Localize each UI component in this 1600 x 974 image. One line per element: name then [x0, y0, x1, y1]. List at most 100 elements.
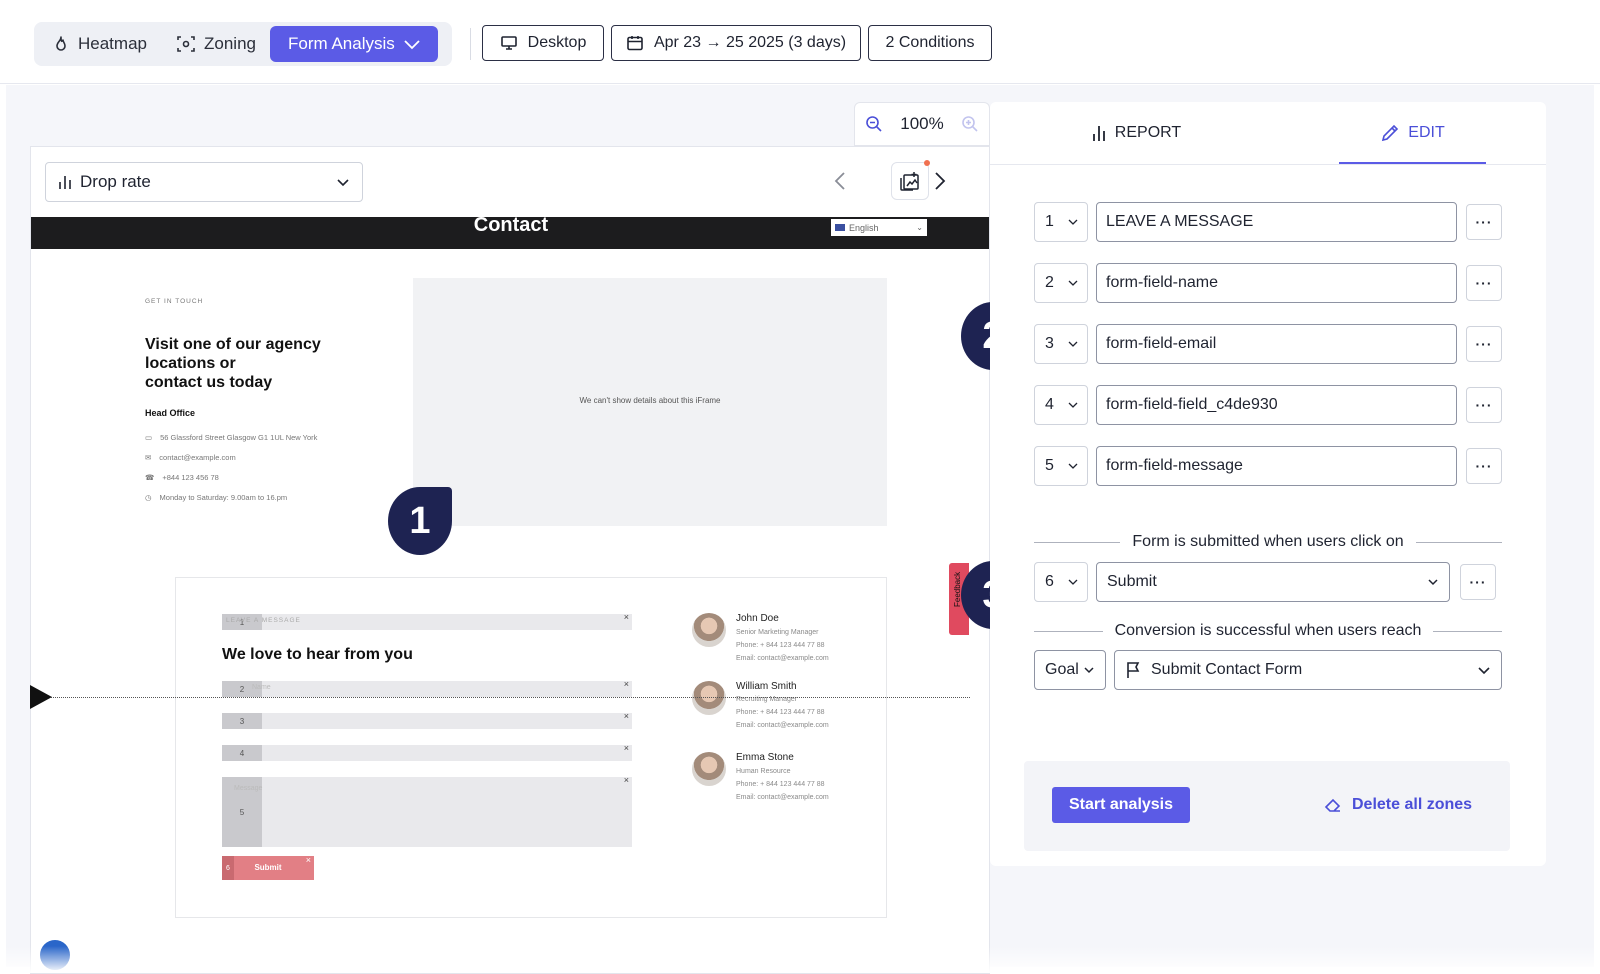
- zone-number-select[interactable]: 3: [1034, 324, 1088, 364]
- form-zone-6-submit[interactable]: 6 Submit ×: [222, 855, 314, 880]
- close-icon[interactable]: ×: [624, 711, 629, 721]
- screenshot-button[interactable]: [891, 160, 930, 200]
- fold-line: [30, 697, 970, 698]
- conditions-button[interactable]: 2 Conditions: [868, 25, 992, 61]
- bottom-fade: [0, 946, 1600, 973]
- zoom-in-icon[interactable]: [961, 115, 979, 133]
- close-icon[interactable]: ×: [624, 743, 629, 753]
- form-kicker: LEAVE A MESSAGE: [226, 617, 301, 624]
- flag-icon: [1125, 661, 1141, 679]
- zone-number-select[interactable]: 1: [1034, 202, 1088, 242]
- close-icon[interactable]: ×: [624, 679, 629, 689]
- zone-number-select[interactable]: 2: [1034, 263, 1088, 303]
- avatar: [692, 613, 726, 647]
- office-address: ▭ 56 Glassford Street Glasgow G1 1UL New …: [145, 433, 318, 442]
- more-options-button[interactable]: ···: [1460, 564, 1496, 600]
- more-options-button[interactable]: ···: [1466, 265, 1502, 301]
- more-options-button[interactable]: ···: [1466, 387, 1502, 423]
- start-analysis-button[interactable]: Start analysis: [1052, 787, 1190, 823]
- contact-name: Emma Stone: [736, 752, 794, 763]
- site-headline: Visit one of our agency locations or con…: [145, 336, 321, 391]
- zone-number-select[interactable]: 5: [1034, 446, 1088, 486]
- submit-section-header: Form is submitted when users click on: [1034, 532, 1503, 552]
- language-select[interactable]: English ⌄: [831, 219, 927, 236]
- more-options-button[interactable]: ···: [1466, 204, 1502, 240]
- previous-icon[interactable]: [829, 169, 853, 193]
- contact-form-card: 1 LEAVE A MESSAGE × We love to hear from…: [175, 577, 887, 918]
- date-range-button[interactable]: Apr 23 → 25 2025 (3 days): [611, 25, 861, 61]
- tab-edit[interactable]: EDIT: [1339, 102, 1486, 164]
- date-range-label: Apr 23 → 25 2025 (3 days): [653, 34, 847, 51]
- zone-number: 3: [222, 713, 262, 729]
- iframe-placeholder: We can't show details about this iFrame: [413, 278, 887, 526]
- zoom-out-icon[interactable]: [865, 115, 883, 133]
- delete-all-zones-label: Delete all zones: [1352, 796, 1473, 813]
- divider: [1034, 630, 1103, 632]
- zone-number-select[interactable]: 6: [1034, 562, 1088, 602]
- zone-selector-input[interactable]: form-field-message: [1096, 446, 1457, 486]
- zone-selector-input[interactable]: LEAVE A MESSAGE: [1096, 202, 1457, 242]
- fold-line-handle[interactable]: [30, 685, 52, 709]
- contact-name: John Doe: [736, 613, 779, 624]
- mode-zoning[interactable]: Zoning: [166, 26, 268, 62]
- close-icon[interactable]: ×: [624, 612, 629, 622]
- submit-zone-row: 6 Submit ···: [1034, 562, 1502, 602]
- zone-row-2: 2 form-field-name ···: [1034, 263, 1502, 303]
- chevron-down-icon: [1068, 340, 1078, 348]
- chevron-down-icon: [1068, 279, 1078, 287]
- chevron-down-icon: [1068, 401, 1078, 409]
- form-zone-5[interactable]: 5 Message ×: [222, 775, 632, 847]
- metric-label: Drop rate: [80, 172, 151, 191]
- goal-value: Submit Contact Form: [1151, 661, 1303, 678]
- toolbar-divider: [470, 28, 471, 60]
- next-icon[interactable]: [927, 169, 951, 193]
- goal-select[interactable]: Submit Contact Form: [1114, 650, 1502, 690]
- divider: [1433, 630, 1502, 632]
- form-zone-2[interactable]: 2 Name ×: [222, 679, 632, 697]
- zone-row-4: 4 form-field-field_c4de930 ···: [1034, 385, 1502, 425]
- delete-all-zones-button[interactable]: Delete all zones: [1324, 787, 1472, 823]
- zone-row-3: 3 form-field-email ···: [1034, 324, 1502, 364]
- zone-selector-input[interactable]: form-field-field_c4de930: [1096, 385, 1457, 425]
- zone-selector-input[interactable]: form-field-name: [1096, 263, 1457, 303]
- tabs-divider: [990, 164, 1546, 165]
- divider: [1034, 541, 1121, 543]
- close-icon[interactable]: ×: [306, 855, 311, 865]
- chevron-down-icon: [1083, 666, 1095, 674]
- iframe-notice: We can't show details about this iFrame: [579, 396, 721, 405]
- chevron-down-icon: [336, 177, 350, 187]
- device-button[interactable]: Desktop: [482, 25, 604, 61]
- more-options-button[interactable]: ···: [1466, 448, 1502, 484]
- office-email: ✉ contact@example.com: [145, 453, 236, 462]
- goal-type-select[interactable]: Goal: [1034, 650, 1106, 690]
- more-options-button[interactable]: ···: [1466, 326, 1502, 362]
- marker-1: 1: [388, 487, 452, 555]
- submit-label: Submit: [254, 863, 282, 872]
- contact-phone: Phone: + 844 123 444 77 88: [736, 642, 825, 649]
- zone-number-select[interactable]: 4: [1034, 385, 1088, 425]
- metric-select[interactable]: Drop rate: [45, 162, 363, 202]
- pencil-icon: [1380, 123, 1400, 143]
- tab-report-label: REPORT: [1114, 124, 1182, 141]
- form-zone-4[interactable]: 4 ×: [222, 743, 632, 761]
- zone-row-1: 1 LEAVE A MESSAGE ···: [1034, 202, 1502, 242]
- add-image-icon: [899, 170, 921, 192]
- bar-chart-icon: [1091, 124, 1107, 142]
- mode-heatmap-label: Heatmap: [78, 34, 147, 53]
- form-zone-3[interactable]: 3 ×: [222, 711, 632, 729]
- goal-type-value: Goal: [1045, 661, 1079, 678]
- tab-report[interactable]: REPORT: [1084, 102, 1188, 164]
- chevron-down-icon: [1068, 218, 1078, 226]
- close-icon[interactable]: ×: [624, 775, 629, 785]
- avatar: [692, 681, 726, 715]
- top-toolbar: Heatmap Zoning Form Analysis Desktop Apr…: [0, 0, 1600, 84]
- form-zone-1[interactable]: 1 LEAVE A MESSAGE ×: [222, 612, 632, 630]
- zone-selector-input[interactable]: form-field-email: [1096, 324, 1457, 364]
- field-placeholder: Message: [234, 785, 263, 792]
- contact-phone: Phone: + 844 123 444 77 88: [736, 781, 825, 788]
- contact-role: Senior Marketing Manager: [736, 629, 819, 636]
- mode-form-analysis[interactable]: Form Analysis: [270, 26, 438, 62]
- mode-heatmap[interactable]: Heatmap: [42, 26, 160, 62]
- submit-zone-select[interactable]: Submit: [1096, 562, 1450, 602]
- focus-icon: [176, 34, 196, 54]
